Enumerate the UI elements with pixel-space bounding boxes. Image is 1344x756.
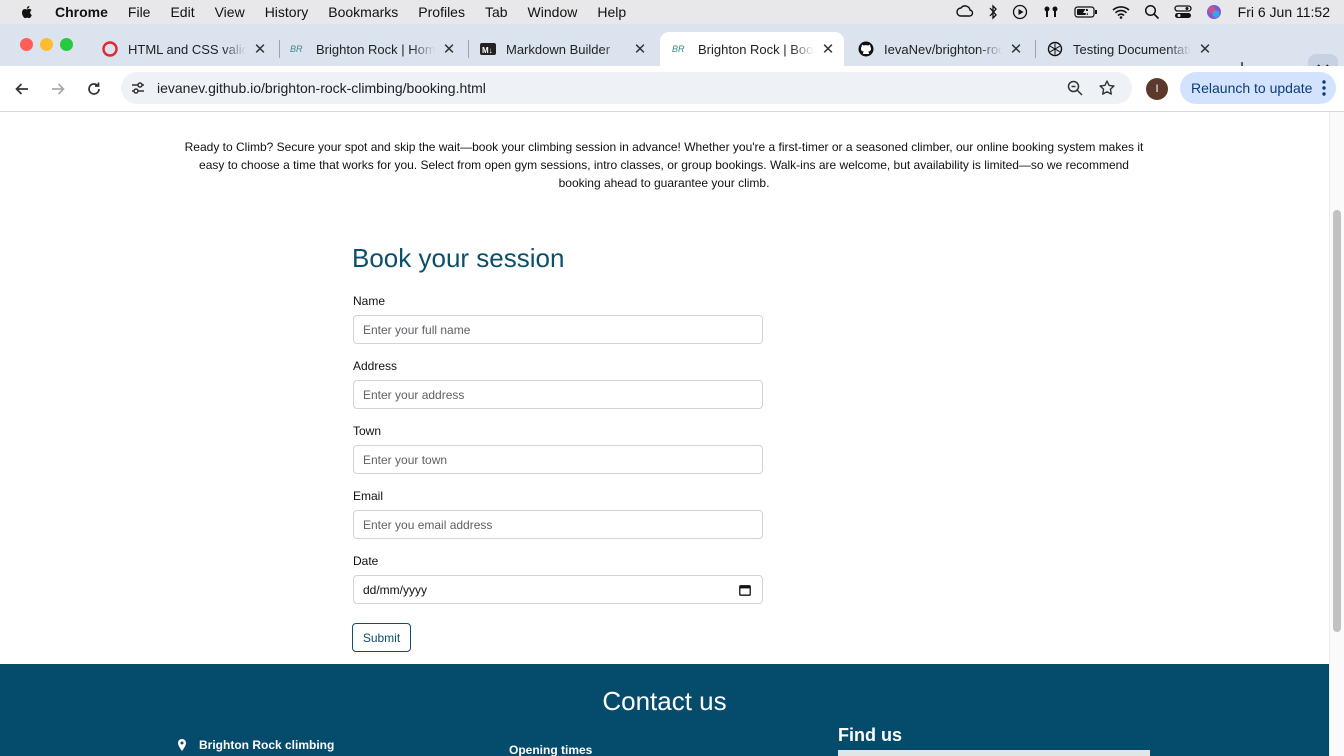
creative-cloud-icon[interactable]: [955, 4, 974, 20]
relaunch-label: Relaunch to update: [1191, 80, 1313, 96]
site-info-icon[interactable]: [129, 79, 147, 97]
tab-title: Testing Documentation: [1073, 41, 1191, 57]
br-logo-icon: BR: [672, 41, 688, 57]
name-input[interactable]: [353, 315, 763, 344]
menu-view[interactable]: View: [215, 4, 245, 20]
find-us-heading: Find us: [838, 725, 902, 745]
svg-text:M↓: M↓: [482, 46, 493, 55]
opera-icon: [102, 41, 118, 57]
tab-markdown-builder[interactable]: M↓ Markdown Builder ✕: [468, 32, 656, 66]
menu-window[interactable]: Window: [528, 4, 578, 20]
email-input[interactable]: [353, 510, 763, 539]
github-icon: [858, 41, 874, 57]
date-input[interactable]: dd/mm/yyyy: [353, 575, 763, 604]
submit-button[interactable]: Submit: [352, 623, 411, 652]
more-vertical-icon: [1322, 80, 1326, 96]
opening-times-label: Opening times: [509, 743, 593, 756]
name-label: Name: [353, 294, 386, 308]
tab-brighton-rock-home[interactable]: BR Brighton Rock | Home ✕: [278, 32, 465, 66]
page-viewport: Ready to Climb? Secure your spot and ski…: [0, 112, 1344, 756]
svg-text:BR: BR: [290, 44, 303, 54]
date-label: Date: [353, 554, 379, 568]
url-host: ievanev.github.io: [157, 80, 262, 96]
tab-title: Brighton Rock | Home: [316, 41, 435, 57]
menu-app-name[interactable]: Chrome: [55, 4, 108, 20]
svg-text:BR: BR: [672, 44, 685, 54]
menu-bookmarks[interactable]: Bookmarks: [328, 4, 398, 20]
apple-icon[interactable]: [19, 4, 35, 20]
br-logo-icon: BR: [290, 41, 306, 57]
forward-button[interactable]: [47, 78, 69, 100]
arrow-right-icon: [52, 83, 65, 95]
date-input-value: dd/mm/yyyy: [363, 582, 428, 597]
menubar-clock[interactable]: Fri 6 Jun 11:52: [1238, 4, 1330, 20]
booking-form-heading: Book your session: [352, 243, 565, 273]
tab-close-icon[interactable]: ✕: [252, 40, 268, 58]
macos-menu-bar: Chrome File Edit View History Bookmarks …: [0, 0, 1344, 24]
menu-history[interactable]: History: [265, 4, 309, 20]
reload-button[interactable]: [83, 78, 105, 100]
spotlight-search-icon[interactable]: [1144, 4, 1160, 20]
control-center-icon[interactable]: [1173, 4, 1192, 20]
tab-close-icon[interactable]: ✕: [820, 40, 836, 58]
arrow-left-icon: [15, 83, 28, 95]
menu-tab[interactable]: Tab: [485, 4, 508, 20]
window-close-button[interactable]: [20, 38, 33, 51]
window-zoom-button[interactable]: [60, 38, 73, 51]
tab-github-repo[interactable]: IevaNev/brighton-rock ✕: [846, 32, 1032, 66]
tab-strip: HTML and CSS validator ✕ BR Brighton Roc…: [0, 24, 1344, 82]
tab-title: IevaNev/brighton-rock: [884, 41, 1002, 57]
address-label: Address: [353, 359, 398, 373]
town-input[interactable]: [353, 445, 763, 474]
menu-file[interactable]: File: [128, 4, 151, 20]
address-input[interactable]: [353, 380, 763, 409]
tab-title: Markdown Builder: [506, 41, 611, 57]
menu-edit[interactable]: Edit: [170, 4, 194, 20]
tab-close-icon[interactable]: ✕: [1008, 40, 1024, 58]
contact-footer: Contact us Brighton Rock climbing Openin…: [0, 664, 1329, 756]
address-bar[interactable]: ievanev.github.io/brighton-rock-climbing…: [121, 72, 1132, 104]
menu-profiles[interactable]: Profiles: [418, 4, 465, 20]
calendar-icon[interactable]: [739, 584, 751, 596]
relaunch-to-update-button[interactable]: Relaunch to update: [1180, 72, 1336, 104]
location-map[interactable]: [838, 750, 1150, 756]
menu-help[interactable]: Help: [597, 4, 626, 20]
tab-brighton-rock-booking[interactable]: BR Brighton Rock | Booking ✕: [660, 32, 844, 66]
email-label: Email: [353, 489, 384, 503]
tab-close-icon[interactable]: ✕: [1197, 40, 1213, 58]
profile-avatar[interactable]: I: [1146, 78, 1168, 100]
window-minimize-button[interactable]: [40, 38, 53, 51]
url-path: /brighton-rock-climbing/booking.html: [261, 80, 486, 96]
markdown-icon: M↓: [480, 41, 496, 57]
battery-icon[interactable]: [1074, 5, 1098, 19]
browser-toolbar: ievanev.github.io/brighton-rock-climbing…: [0, 66, 1344, 112]
siri-icon[interactable]: [1206, 4, 1222, 20]
play-circle-icon[interactable]: [1012, 4, 1028, 20]
tab-html-css-validator[interactable]: HTML and CSS validator ✕: [90, 32, 276, 66]
footer-brand: Brighton Rock climbing: [177, 738, 334, 752]
tab-testing-documentation[interactable]: Testing Documentation ✕: [1035, 32, 1221, 66]
airpods-icon[interactable]: [1042, 4, 1060, 20]
contact-heading: Contact us: [602, 686, 727, 716]
scrollbar-thumb[interactable]: [1333, 210, 1341, 632]
bluetooth-icon[interactable]: [988, 4, 998, 20]
back-button[interactable]: [11, 78, 33, 100]
url-text[interactable]: ievanev.github.io/brighton-rock-climbing…: [157, 80, 486, 96]
tab-title: HTML and CSS validator: [128, 41, 246, 57]
footer-brand-name: Brighton Rock climbing: [199, 738, 335, 752]
intro-paragraph: Ready to Climb? Secure your spot and ski…: [184, 140, 1144, 190]
reload-icon: [88, 82, 100, 95]
bookmark-star-icon[interactable]: [1098, 79, 1116, 97]
town-label: Town: [353, 424, 382, 438]
tab-title: Brighton Rock | Booking: [698, 41, 814, 57]
map-pin-icon: [178, 739, 186, 751]
chatgpt-icon: [1047, 41, 1063, 57]
tab-close-icon[interactable]: ✕: [441, 40, 457, 58]
zoom-icon[interactable]: [1066, 79, 1084, 97]
tab-close-icon[interactable]: ✕: [632, 40, 648, 58]
wifi-icon[interactable]: [1112, 5, 1130, 19]
